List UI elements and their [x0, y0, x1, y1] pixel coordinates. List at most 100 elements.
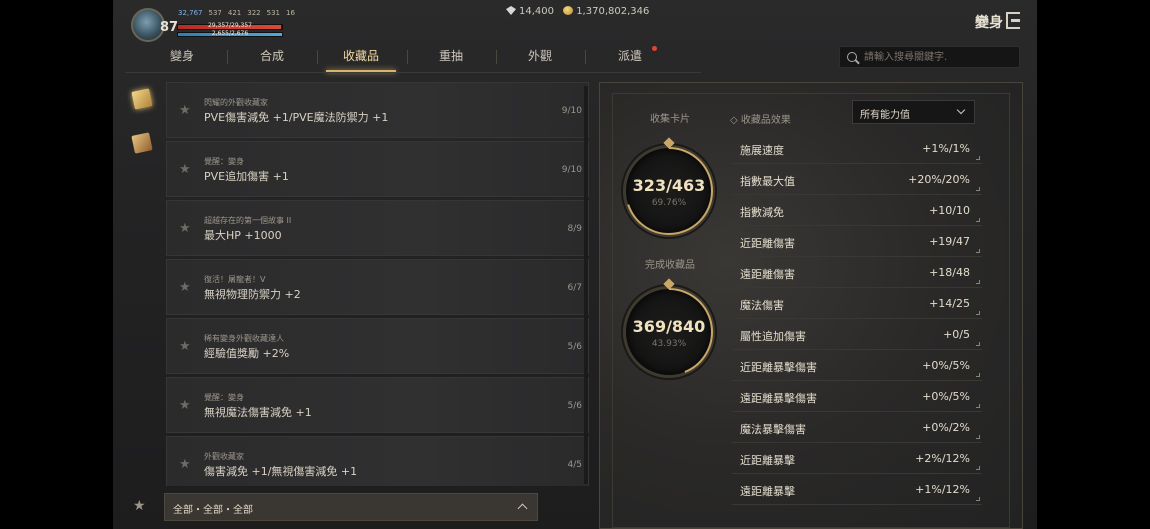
- list-item[interactable]: ★ 覺醒：變身 PVE追加傷害 +1 9/10: [166, 141, 589, 197]
- list-item[interactable]: ★ 復活！屠龍者！V 無視物理防禦力 +2 6/7: [166, 259, 589, 315]
- stat-name: 指數最大值: [740, 175, 795, 188]
- item-subtitle: 稀有變身外觀收藏達人: [204, 334, 284, 343]
- notification-dot: [652, 46, 657, 51]
- corner-mark: [976, 497, 980, 501]
- filter-dropdown[interactable]: 全部・全部・全部: [164, 493, 538, 521]
- stat-d: 531: [266, 9, 280, 17]
- stat-name: 近距離傷害: [740, 237, 795, 250]
- corner-mark: [976, 280, 980, 284]
- top-bar: 87 32,767 537 421 322 531 16 29,357/29,357 2,…: [113, 0, 1037, 44]
- stat-row: 施展速度 +1%/1%: [732, 134, 982, 164]
- currency-bar: 14,400 1,370,802,346: [506, 6, 649, 17]
- search-input[interactable]: [864, 49, 1014, 65]
- stat-name: 遠距離傷害: [740, 268, 795, 281]
- corner-mark: [976, 466, 980, 470]
- list-item[interactable]: ★ 外觀收藏家 傷害減免 +1/無視傷害減免 +1 4/5: [166, 436, 589, 486]
- star-icon[interactable]: ★: [179, 221, 191, 236]
- tab-collection[interactable]: 收藏品: [316, 44, 406, 72]
- item-count: 9/10: [561, 165, 582, 175]
- star-icon[interactable]: ★: [179, 280, 191, 295]
- stat-row: 魔法傷害 +14/25: [732, 289, 982, 319]
- tab-reroll[interactable]: 重抽: [406, 44, 496, 72]
- star-icon[interactable]: ★: [179, 398, 191, 413]
- tab-combine[interactable]: 合成: [227, 44, 317, 72]
- item-effect: 最大HP +1000: [204, 229, 282, 242]
- book-icon-active[interactable]: [131, 88, 153, 110]
- stat-value: +10/10: [929, 204, 970, 217]
- list-item[interactable]: ★ 閃耀的外觀收藏家 PVE傷害減免 +1/PVE魔法防禦力 +1 9/10: [166, 82, 589, 138]
- chevron-down-icon: [956, 105, 966, 115]
- gold-amount: 1,370,802,346: [576, 6, 650, 17]
- item-subtitle: 復活！屠龍者！V: [204, 275, 266, 284]
- stat-row: 指數減免 +10/10: [732, 196, 982, 226]
- item-effect: 經驗值獎勵 +2%: [204, 347, 290, 360]
- exit-icon[interactable]: [1006, 12, 1020, 29]
- star-icon[interactable]: ★: [179, 162, 191, 177]
- stat-row: 魔法暴擊傷害 +0%/2%: [732, 413, 982, 443]
- stat-c: 322: [247, 9, 261, 17]
- item-subtitle: 覺醒：變身: [204, 157, 244, 166]
- search-box: [839, 46, 1020, 68]
- star-icon[interactable]: ★: [179, 339, 191, 354]
- stat-a: 537: [208, 9, 222, 17]
- tab-transform[interactable]: 變身: [137, 44, 227, 72]
- page-title: 變身: [975, 15, 1003, 31]
- item-effect: PVE傷害減免 +1/PVE魔法防禦力 +1: [204, 111, 389, 124]
- list-item[interactable]: ★ 超越存在的第一個故事 II 最大HP +1000 8/9: [166, 200, 589, 256]
- item-effect: 傷害減免 +1/無視傷害減免 +1: [204, 465, 358, 478]
- corner-mark: [976, 156, 980, 160]
- item-subtitle: 超越存在的第一個故事 II: [204, 216, 292, 225]
- stat-value: +1%/1%: [922, 142, 970, 155]
- stat-name: 指數減免: [740, 206, 784, 219]
- item-subtitle: 覺醒：變身: [204, 393, 244, 402]
- item-count: 5/6: [567, 342, 582, 352]
- stat-value: +19/47: [929, 235, 970, 248]
- item-count: 8/9: [567, 224, 582, 234]
- stat-value: +20%/20%: [908, 173, 970, 186]
- chevron-up-icon: [517, 503, 528, 514]
- book-icon[interactable]: [131, 132, 153, 154]
- diamond-icon: [506, 6, 516, 15]
- corner-mark: [976, 373, 980, 377]
- item-count: 5/6: [567, 401, 582, 411]
- favorite-filter-icon[interactable]: ★: [133, 498, 146, 514]
- completed-value: 369/840: [632, 317, 706, 336]
- list-scrollbar[interactable]: [584, 86, 588, 484]
- star-icon[interactable]: ★: [179, 457, 191, 472]
- stat-b: 421: [227, 9, 242, 17]
- stat-row: 遠距離暴擊傷害 +0%/5%: [732, 382, 982, 412]
- corner-mark: [976, 187, 980, 191]
- stat-name: 遠距離暴擊: [740, 485, 795, 498]
- item-count: 4/5: [567, 460, 582, 470]
- cards-value: 323/463: [632, 176, 706, 195]
- stat-name: 施展速度: [740, 144, 784, 157]
- tab-dispatch[interactable]: 派遣: [585, 44, 675, 72]
- item-subtitle: 外觀收藏家: [204, 452, 244, 461]
- tab-appearance[interactable]: 外觀: [495, 44, 585, 72]
- cards-percent: 69.76%: [651, 198, 687, 208]
- stat-value: +14/25: [929, 297, 970, 310]
- corner-mark: [976, 404, 980, 408]
- stat-name: 屬性追加傷害: [740, 330, 806, 343]
- list-item[interactable]: ★ 覺醒：變身 無視魔法傷害減免 +1 5/6: [166, 377, 589, 433]
- item-count: 6/7: [567, 283, 582, 293]
- star-icon[interactable]: ★: [179, 103, 191, 118]
- collection-list: ★ 閃耀的外觀收藏家 PVE傷害減免 +1/PVE魔法防禦力 +1 9/10 ★…: [166, 82, 589, 486]
- stat-row: 屬性追加傷害 +0/5: [732, 320, 982, 350]
- search-icon[interactable]: [847, 52, 857, 62]
- item-effect: PVE追加傷害 +1: [204, 170, 289, 183]
- tab-bar: 變身 合成 收藏品 重抽 外觀 派遣: [125, 44, 705, 72]
- list-item[interactable]: ★ 稀有變身外觀收藏達人 經驗值獎勵 +2% 5/6: [166, 318, 589, 374]
- stat-value: +18/48: [929, 266, 970, 279]
- stat-row: 遠距離傷害 +18/48: [732, 258, 982, 288]
- stat-filter-select[interactable]: 所有能力值: [852, 100, 975, 124]
- stat-row: 指數最大值 +20%/20%: [732, 165, 982, 195]
- corner-mark: [976, 249, 980, 253]
- stat-filter-value: 所有能力值: [860, 110, 910, 121]
- stat-name: 近距離暴擊: [740, 454, 795, 467]
- item-effect: 無視物理防禦力 +2: [204, 288, 301, 301]
- player-stats: 32,767 537 421 322 531 16: [178, 9, 301, 17]
- corner-mark: [976, 311, 980, 315]
- stat-value: +0/5: [943, 328, 970, 341]
- stat-name: 遠距離暴擊傷害: [740, 392, 817, 405]
